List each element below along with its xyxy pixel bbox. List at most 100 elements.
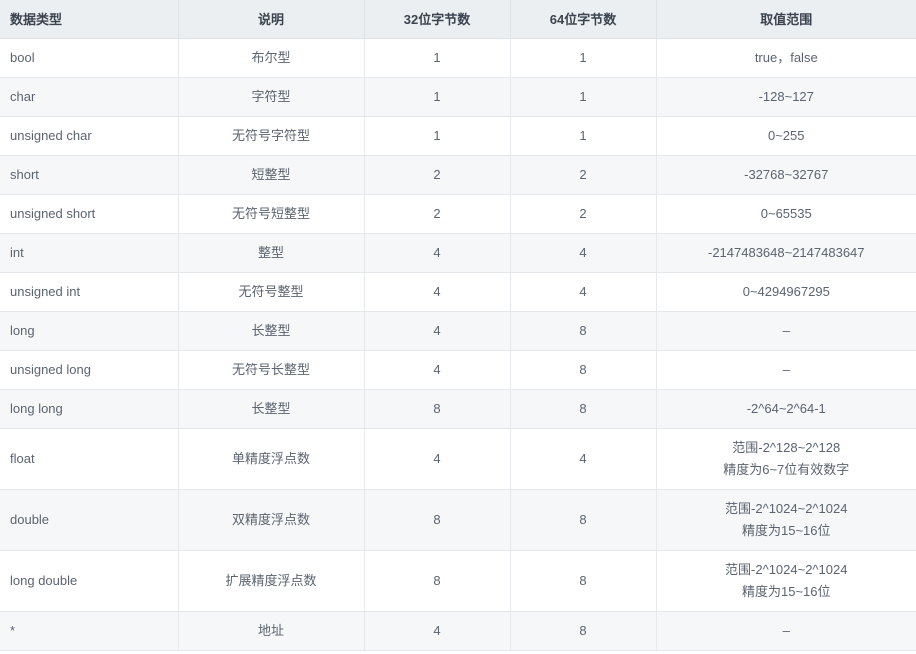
cell-description: 单精度浮点数: [178, 428, 365, 490]
table-header: 数据类型 说明 32位字节数 64位字节数 取值范围: [0, 0, 916, 39]
column-header-value-range[interactable]: 取值范围: [656, 0, 916, 39]
cell-bytes-64bit: 8: [510, 389, 657, 429]
cell-value-range: true，false: [656, 38, 916, 78]
cell-value-range: 范围-2^1024~2^1024 精度为15~16位: [656, 489, 916, 551]
table-row: unsigned short 无符号短整型 2 2 0~65535: [0, 194, 916, 234]
cell-value-range: -2^64~2^64-1: [656, 389, 916, 429]
cell-bytes-64bit: 4: [510, 272, 657, 312]
cell-description: 长整型: [178, 389, 365, 429]
value-range-line: –: [782, 323, 790, 338]
cell-data-type: double: [0, 489, 179, 551]
cell-bytes-64bit: 4: [510, 233, 657, 273]
table-row: unsigned long 无符号长整型 4 8 –: [0, 350, 916, 390]
cell-data-type: char: [0, 77, 179, 117]
value-range-line: -2^64~2^64-1: [746, 401, 826, 416]
cell-value-range: -128~127: [656, 77, 916, 117]
value-range-line: 精度为6~7位有效数字: [723, 462, 850, 477]
cell-data-type: unsigned long: [0, 350, 179, 390]
cell-bytes-64bit: 8: [510, 311, 657, 351]
table-row: long double 扩展精度浮点数 8 8 范围-2^1024~2^1024 精度为1…: [0, 550, 916, 612]
cell-data-type: long long: [0, 389, 179, 429]
cell-bytes-32bit: 4: [364, 611, 511, 651]
cell-bytes-32bit: 8: [364, 550, 511, 612]
cell-description: 字符型: [178, 77, 365, 117]
cell-description: 无符号短整型: [178, 194, 365, 234]
cell-bytes-32bit: 4: [364, 272, 511, 312]
cell-bytes-32bit: 4: [364, 233, 511, 273]
cell-bytes-32bit: 4: [364, 350, 511, 390]
data-types-table: 数据类型 说明 32位字节数 64位字节数 取值范围 bool 布尔型 1 1 true…: [0, 0, 916, 651]
column-header-data-type[interactable]: 数据类型: [0, 0, 179, 39]
cell-description: 无符号长整型: [178, 350, 365, 390]
cell-value-range: -32768~32767: [656, 155, 916, 195]
cell-bytes-64bit: 1: [510, 77, 657, 117]
cell-value-range: –: [656, 611, 916, 651]
value-range-line: true，false: [754, 50, 818, 65]
value-range-line: 0~4294967295: [742, 284, 830, 299]
table-row: unsigned int 无符号整型 4 4 0~4294967295: [0, 272, 916, 312]
cell-value-range: 0~255: [656, 116, 916, 156]
table-row: * 地址 4 8 –: [0, 611, 916, 651]
cell-bytes-64bit: 2: [510, 155, 657, 195]
cell-description: 扩展精度浮点数: [178, 550, 365, 612]
cell-bytes-32bit: 8: [364, 389, 511, 429]
value-range-line: 0~65535: [760, 206, 812, 221]
table-header-row: 数据类型 说明 32位字节数 64位字节数 取值范围: [0, 0, 916, 39]
value-range-line: -32768~32767: [744, 167, 829, 182]
cell-bytes-64bit: 4: [510, 428, 657, 490]
value-range-line: 精度为15~16位: [741, 584, 831, 599]
cell-description: 地址: [178, 611, 365, 651]
cell-description: 布尔型: [178, 38, 365, 78]
cell-bytes-32bit: 2: [364, 194, 511, 234]
cell-value-range: –: [656, 311, 916, 351]
cell-bytes-32bit: 8: [364, 489, 511, 551]
cell-data-type: float: [0, 428, 179, 490]
cell-description: 双精度浮点数: [178, 489, 365, 551]
table-row: char 字符型 1 1 -128~127: [0, 77, 916, 117]
cell-bytes-64bit: 8: [510, 350, 657, 390]
table-row: long long 长整型 8 8 -2^64~2^64-1: [0, 389, 916, 429]
cell-data-type: long: [0, 311, 179, 351]
cell-description: 无符号字符型: [178, 116, 365, 156]
cell-description: 无符号整型: [178, 272, 365, 312]
cell-bytes-32bit: 4: [364, 311, 511, 351]
cell-bytes-64bit: 8: [510, 611, 657, 651]
cell-data-type: unsigned short: [0, 194, 179, 234]
value-range-line: -128~127: [758, 89, 814, 104]
cell-data-type: unsigned char: [0, 116, 179, 156]
table-row: unsigned char 无符号字符型 1 1 0~255: [0, 116, 916, 156]
cell-value-range: –: [656, 350, 916, 390]
cell-value-range: 0~4294967295: [656, 272, 916, 312]
column-header-description[interactable]: 说明: [178, 0, 365, 39]
cell-value-range: 0~65535: [656, 194, 916, 234]
cell-bytes-32bit: 2: [364, 155, 511, 195]
cell-bytes-64bit: 2: [510, 194, 657, 234]
table-row: float 单精度浮点数 4 4 范围-2^128~2^128 精度为6~7位有效数字: [0, 428, 916, 490]
cell-data-type: *: [0, 611, 179, 651]
cell-value-range: -2147483648~2147483647: [656, 233, 916, 273]
cell-data-type: long double: [0, 550, 179, 612]
value-range-line: –: [782, 623, 790, 638]
column-header-bytes-64bit[interactable]: 64位字节数: [510, 0, 657, 39]
value-range-line: –: [782, 362, 790, 377]
cell-bytes-32bit: 1: [364, 77, 511, 117]
cell-description: 长整型: [178, 311, 365, 351]
cell-data-type: unsigned int: [0, 272, 179, 312]
cell-bytes-64bit: 8: [510, 550, 657, 612]
value-range-line: 范围-2^1024~2^1024: [725, 562, 848, 577]
value-range-line: 范围-2^1024~2^1024: [725, 501, 848, 516]
cell-data-type: int: [0, 233, 179, 273]
value-range-line: 0~255: [767, 128, 805, 143]
table-row: long 长整型 4 8 –: [0, 311, 916, 351]
column-header-bytes-32bit[interactable]: 32位字节数: [364, 0, 511, 39]
table-row: int 整型 4 4 -2147483648~2147483647: [0, 233, 916, 273]
table-row: bool 布尔型 1 1 true，false: [0, 38, 916, 78]
cell-bytes-32bit: 1: [364, 38, 511, 78]
cell-bytes-64bit: 8: [510, 489, 657, 551]
value-range-line: 精度为15~16位: [741, 523, 831, 538]
cell-bytes-64bit: 1: [510, 38, 657, 78]
table-row: short 短整型 2 2 -32768~32767: [0, 155, 916, 195]
cell-data-type: short: [0, 155, 179, 195]
value-range-line: -2147483648~2147483647: [707, 245, 865, 260]
cell-bytes-32bit: 4: [364, 428, 511, 490]
